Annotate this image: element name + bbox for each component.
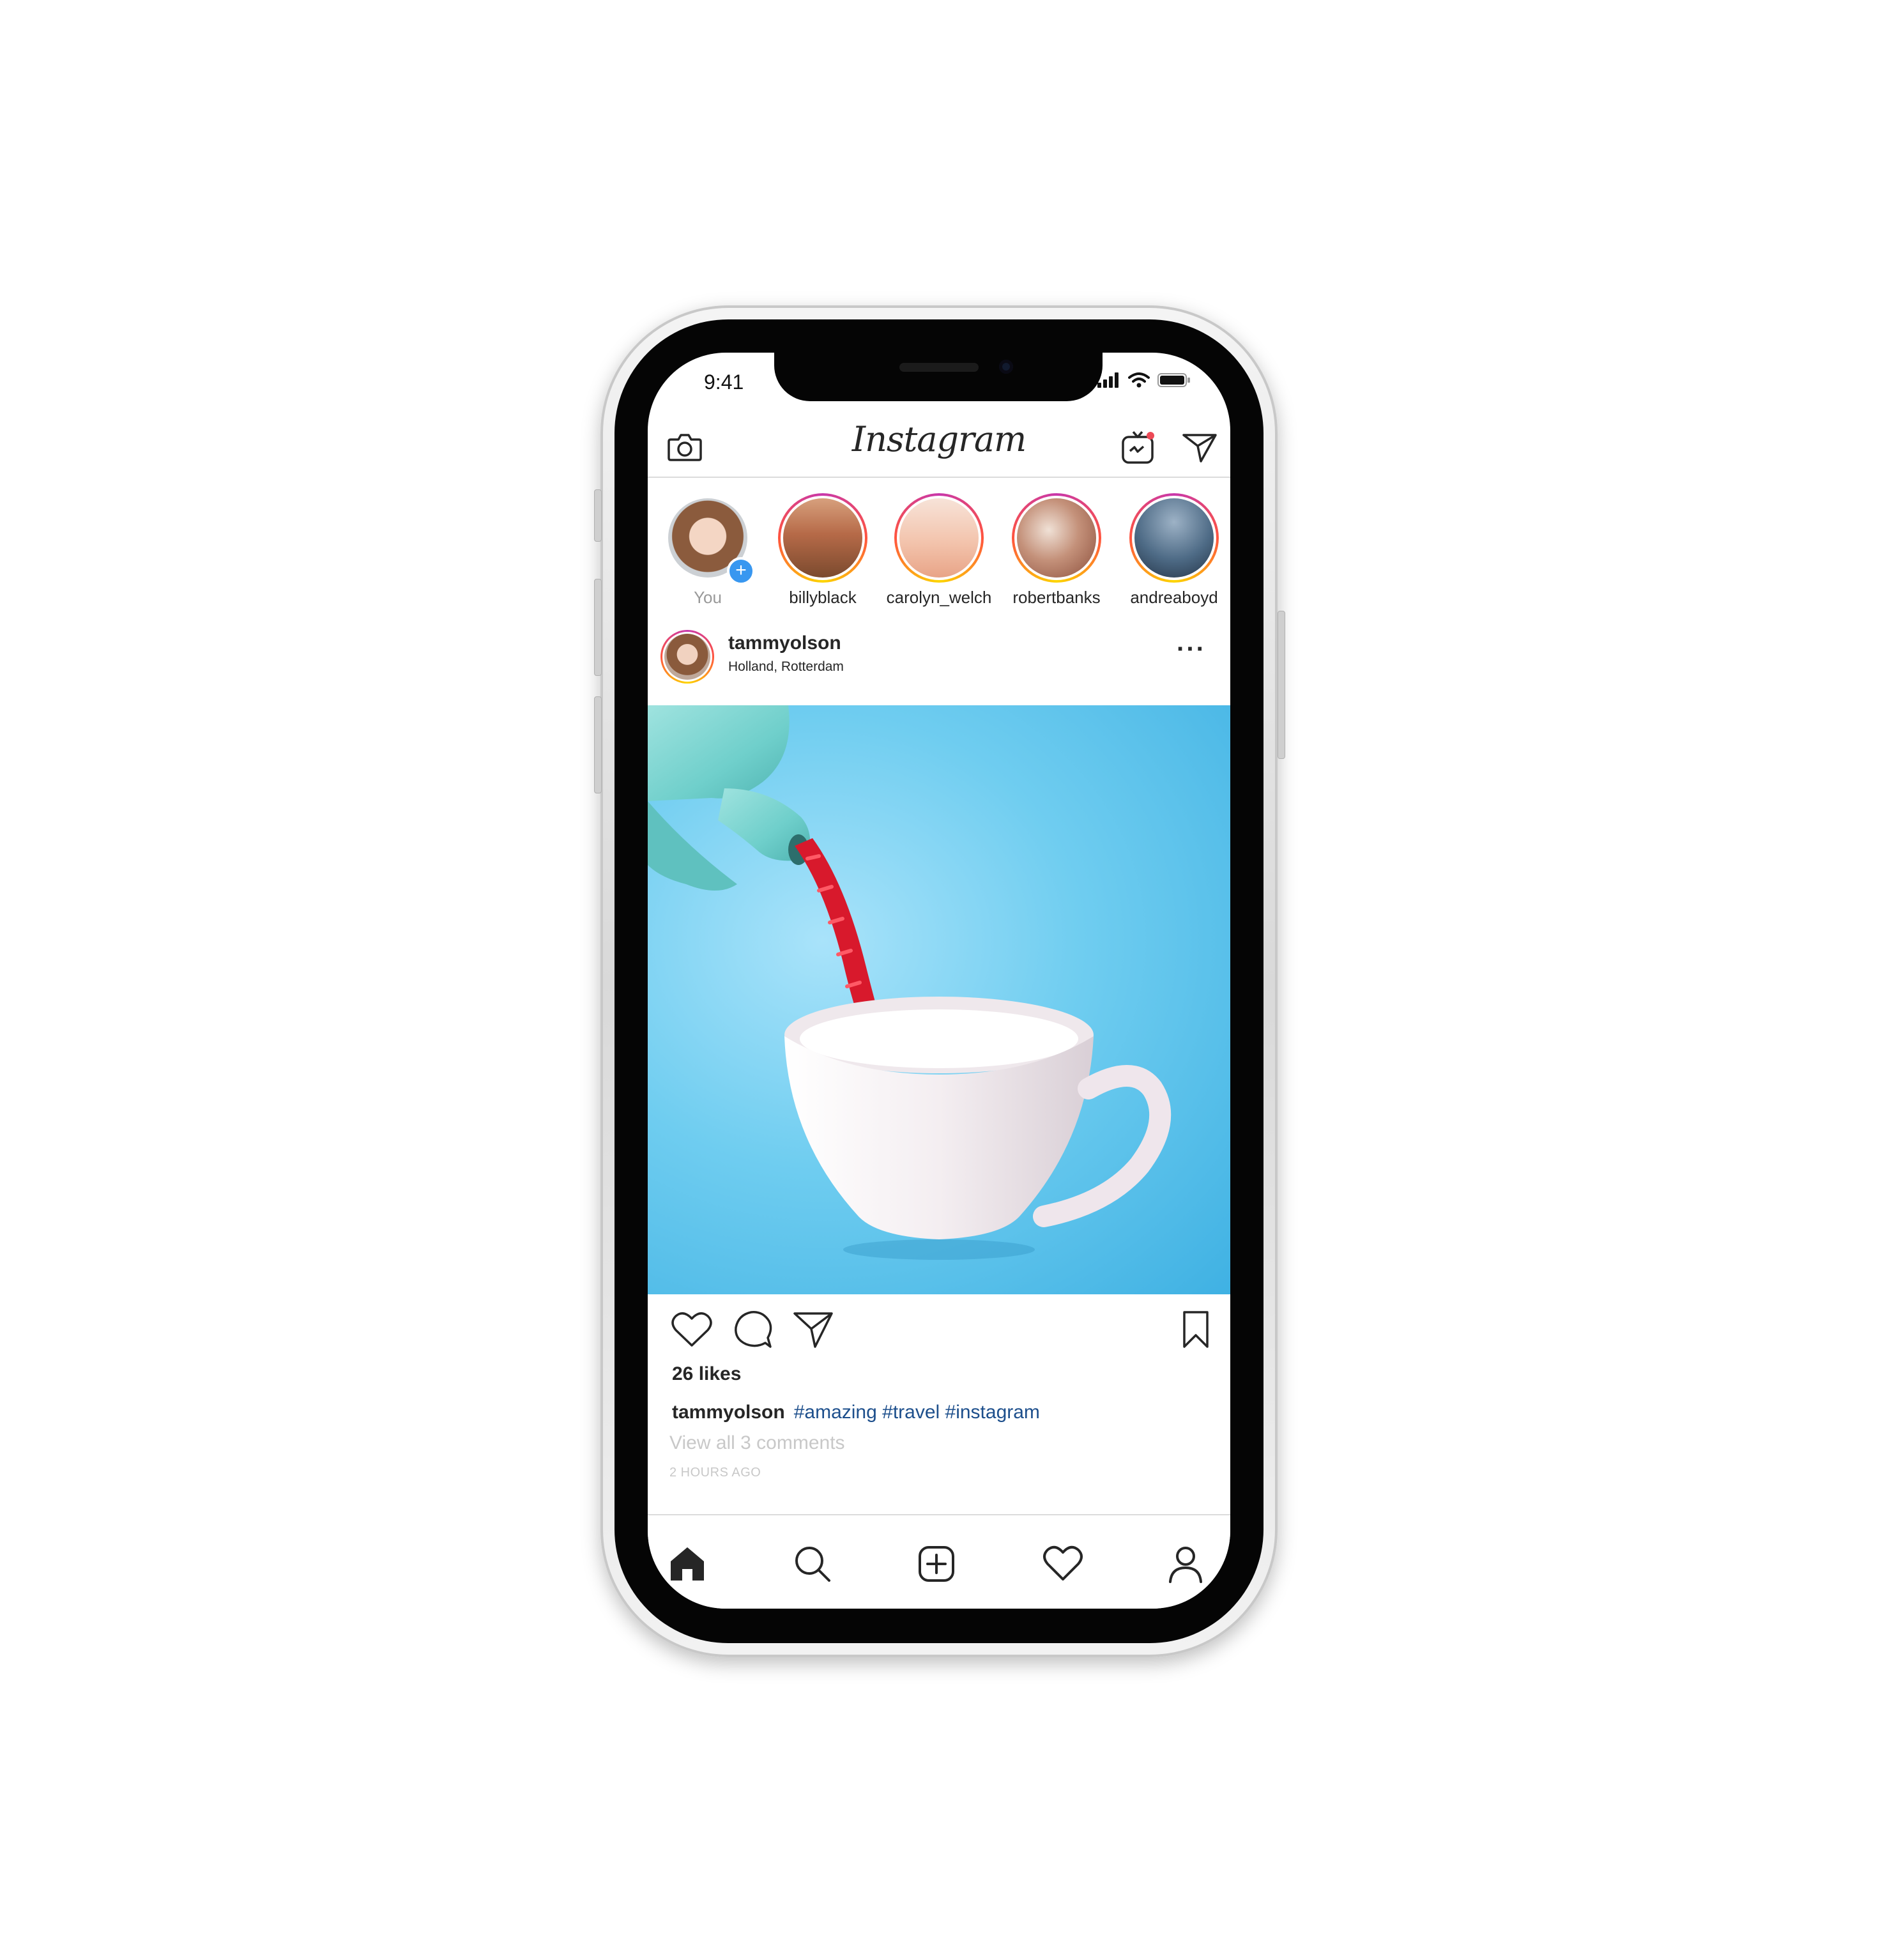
earpiece-speaker bbox=[899, 363, 979, 372]
wifi-icon bbox=[1128, 372, 1150, 388]
app-header: Instagram bbox=[648, 414, 1230, 478]
post-avatar[interactable] bbox=[660, 630, 714, 684]
post-header: tammyolson Holland, Rotterdam ··· bbox=[648, 624, 1230, 690]
story-carolyn-welch[interactable]: carolyn_welch bbox=[869, 493, 991, 615]
activity-heart-icon[interactable] bbox=[1042, 1543, 1083, 1584]
story-ring bbox=[1012, 493, 1101, 583]
view-comments-link[interactable]: View all 3 comments bbox=[669, 1432, 845, 1454]
story-photo bbox=[783, 498, 862, 578]
volume-down-button bbox=[594, 696, 602, 793]
likes-count[interactable]: 26 likes bbox=[672, 1363, 741, 1385]
battery-icon bbox=[1157, 373, 1190, 387]
camera-icon[interactable] bbox=[667, 431, 703, 463]
volume-up-button bbox=[594, 579, 602, 676]
post-actions bbox=[648, 1305, 1230, 1356]
power-button bbox=[1278, 611, 1285, 759]
notch bbox=[774, 353, 1103, 401]
story-ring bbox=[894, 493, 984, 583]
post-photo[interactable] bbox=[648, 705, 1230, 1294]
story-robertbanks[interactable]: robertbanks bbox=[986, 493, 1101, 615]
add-post-icon[interactable] bbox=[916, 1543, 957, 1584]
add-story-icon[interactable]: + bbox=[727, 557, 755, 585]
story-billyblack[interactable]: billyblack bbox=[752, 493, 867, 615]
heart-icon[interactable] bbox=[671, 1310, 713, 1349]
post-username[interactable]: tammyolson bbox=[728, 632, 841, 654]
comment-icon[interactable] bbox=[732, 1310, 774, 1349]
post-caption: tammyolson #amazing #travel #instagram bbox=[672, 1402, 1040, 1423]
story-label: andreaboyd bbox=[1130, 588, 1218, 607]
stories-tray: + You billyblack carolyn_welch robertban… bbox=[648, 478, 1230, 609]
story-photo bbox=[1134, 498, 1214, 578]
more-options-icon[interactable]: ··· bbox=[1177, 635, 1206, 664]
front-camera bbox=[999, 360, 1013, 374]
story-ring bbox=[1129, 493, 1219, 583]
igtv-icon[interactable] bbox=[1120, 429, 1156, 465]
page: 9:41 Instagram + You billyblack carolyn_… bbox=[0, 0, 1878, 1960]
story-andreaboyd[interactable]: andreaboyd bbox=[1104, 493, 1219, 615]
post-timestamp: 2 HOURS AGO bbox=[669, 1466, 761, 1480]
home-icon[interactable] bbox=[667, 1543, 708, 1584]
mute-switch bbox=[594, 489, 602, 542]
story-photo bbox=[899, 498, 979, 578]
caption-hashtags[interactable]: #amazing #travel #instagram bbox=[794, 1402, 1040, 1423]
teapot-cup-illustration bbox=[648, 705, 1172, 1260]
tab-bar bbox=[648, 1514, 1230, 1609]
post-location[interactable]: Holland, Rotterdam bbox=[728, 659, 844, 675]
screen: 9:41 Instagram + You billyblack carolyn_… bbox=[648, 353, 1230, 1609]
instagram-logo: Instagram bbox=[851, 419, 1027, 459]
status-time: 9:41 bbox=[704, 371, 744, 394]
caption-username[interactable]: tammyolson bbox=[672, 1402, 785, 1423]
status-icons bbox=[1097, 372, 1191, 388]
direct-message-icon[interactable] bbox=[1182, 432, 1218, 464]
search-icon[interactable] bbox=[792, 1543, 833, 1584]
profile-icon[interactable] bbox=[1165, 1543, 1206, 1584]
story-photo bbox=[1017, 498, 1096, 578]
bookmark-icon[interactable] bbox=[1178, 1310, 1214, 1349]
story-you[interactable]: + You bbox=[648, 493, 755, 615]
share-icon[interactable] bbox=[792, 1310, 834, 1349]
story-ring bbox=[778, 493, 867, 583]
